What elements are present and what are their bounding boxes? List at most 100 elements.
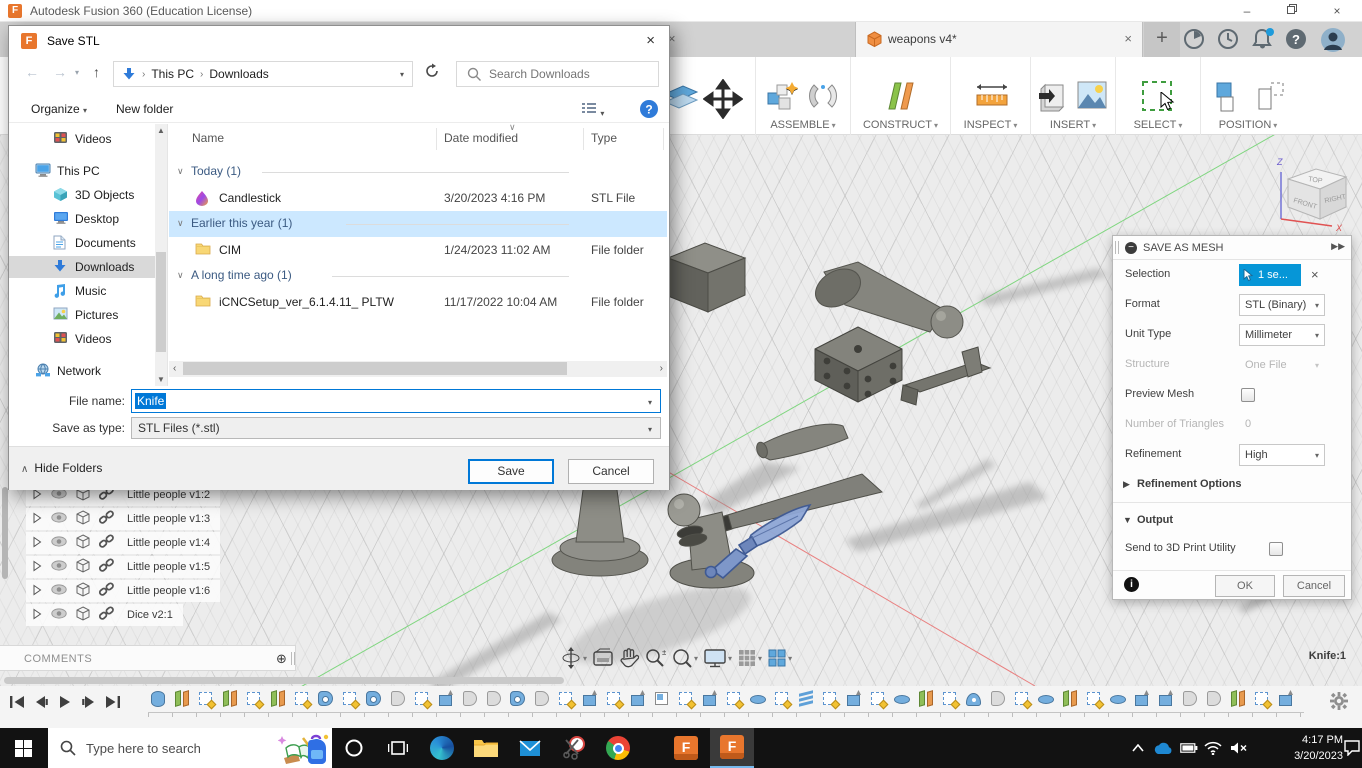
output-section-row[interactable]: ▼ Output [1113, 506, 1351, 536]
taskbar-search-box[interactable]: Type here to search [48, 728, 332, 768]
dialog-help-icon[interactable]: ? [639, 99, 659, 122]
look-at-tool-icon[interactable] [592, 648, 614, 668]
user-avatar[interactable] [1320, 27, 1346, 53]
panel-flyout-icon[interactable]: ▶▶ [1331, 241, 1345, 252]
dialog-sidebar-item-music[interactable]: Music [9, 280, 155, 302]
timeline-feature-extrude[interactable] [628, 689, 648, 709]
preview-mesh-checkbox[interactable] [1241, 388, 1255, 402]
capture-position-icon[interactable] [1213, 79, 1247, 118]
viewport-horizontal-scrollbar[interactable] [4, 677, 564, 684]
fusion360-taskbar-icon-active[interactable]: F [710, 728, 754, 768]
timeline-feature-plane[interactable] [1060, 689, 1080, 709]
chrome-browser-icon[interactable] [596, 728, 640, 768]
address-bar[interactable]: › This PC › Downloads ▾ [113, 61, 413, 87]
back-arrow-icon[interactable]: ← [25, 64, 39, 80]
timeline-feature-sketch[interactable] [820, 689, 840, 709]
volume-muted-icon[interactable] [1226, 728, 1252, 768]
mail-app-icon[interactable] [508, 728, 552, 768]
timeline-feature-plane[interactable] [1228, 689, 1248, 709]
save-button[interactable]: Save [468, 459, 554, 484]
comments-resize-handle[interactable] [291, 652, 295, 665]
up-arrow-icon[interactable]: ↑ [93, 64, 100, 80]
unit-type-select[interactable]: Millimeter▾ [1239, 324, 1325, 346]
timeline-feature-sketch[interactable] [1084, 689, 1104, 709]
expand-triangle-icon[interactable]: ▶ [1123, 479, 1130, 490]
tool-model[interactable] [901, 347, 990, 405]
taskbar-clock[interactable]: 4:17 PM 3/20/2023 [1283, 732, 1343, 764]
timeline-feature-disc[interactable] [1036, 689, 1056, 709]
timeline-settings-gear-icon[interactable] [1330, 692, 1348, 713]
zoom-window-icon[interactable]: ▾ [671, 647, 698, 669]
timeline-feature-revolve[interactable] [508, 689, 528, 709]
timeline-feature-gray[interactable] [988, 689, 1008, 709]
mesh-panel-header[interactable]: − SAVE AS MESH ▶▶ [1113, 236, 1351, 260]
timeline-feature-sketch[interactable] [604, 689, 624, 709]
visibility-eye-icon[interactable] [51, 512, 67, 526]
comments-bar[interactable]: COMMENTS ⊕ [0, 645, 296, 671]
expand-triangle-icon[interactable] [32, 584, 42, 599]
address-dropdown-chevron[interactable]: ▾ [400, 70, 404, 79]
file-group-header[interactable]: ∨Earlier this year (1) [169, 211, 667, 237]
panel-drag-handle[interactable] [1115, 241, 1119, 254]
column-date-modified[interactable]: Date modified [444, 131, 518, 145]
timeline-feature-sketch[interactable] [940, 689, 960, 709]
column-type[interactable]: Type [591, 131, 617, 145]
cortana-button[interactable] [332, 728, 376, 768]
timeline-feature-gray[interactable] [532, 689, 552, 709]
visibility-eye-icon[interactable] [51, 560, 67, 574]
onedrive-cloud-icon[interactable] [1150, 728, 1176, 768]
timeline-feature-plane[interactable] [916, 689, 936, 709]
restore-button[interactable] [1277, 3, 1307, 20]
timeline-feature-revolve[interactable] [316, 689, 336, 709]
column-name[interactable]: Name [192, 131, 224, 145]
timeline-feature-sketch[interactable] [196, 689, 216, 709]
fusion360-taskbar-icon-1[interactable]: F [664, 728, 708, 768]
timeline-feature-sketch[interactable] [676, 689, 696, 709]
timeline-feature-gray[interactable] [484, 689, 504, 709]
timeline-feature-dome[interactable] [964, 689, 984, 709]
file-row-icncsetup-ver-6-1-4-11-pltw[interactable]: iCNCSetup_ver_6.1.4.11_ PLTW11/17/2022 1… [169, 289, 667, 315]
timeline-feature-gray[interactable] [460, 689, 480, 709]
breadcrumb-this-pc[interactable]: This PC [151, 67, 194, 81]
visibility-eye-icon[interactable] [51, 488, 67, 502]
timeline-feature-extrude[interactable] [1276, 689, 1296, 709]
timeline-feature-extrude[interactable] [580, 689, 600, 709]
action-center-icon[interactable] [1342, 728, 1362, 768]
start-button[interactable] [0, 728, 48, 768]
tab-weapons-v4[interactable]: weapons v4* × [855, 22, 1143, 57]
timeline-feature-sketch[interactable] [772, 689, 792, 709]
timeline-feature-plane[interactable] [172, 689, 192, 709]
dialog-sidebar-item-desktop[interactable]: Desktop [9, 208, 155, 230]
viewports-icon[interactable]: ▾ [767, 648, 792, 668]
collapse-triangle-icon[interactable]: ▼ [1123, 515, 1132, 525]
minimize-button[interactable]: – [1232, 3, 1262, 20]
browser-row-little-people-v1-6[interactable]: Little people v1:6 [26, 580, 220, 602]
joint-icon[interactable] [806, 79, 840, 116]
format-select[interactable]: STL (Binary)▾ [1239, 294, 1325, 316]
timeline-feature-sketch[interactable] [868, 689, 888, 709]
timeline-feature-extrude[interactable] [1156, 689, 1176, 709]
wifi-icon[interactable] [1200, 728, 1226, 768]
timeline-feature-cylinder[interactable] [148, 689, 168, 709]
timeline-feature-boxsel[interactable] [652, 689, 672, 709]
refinement-select[interactable]: High▾ [1239, 444, 1325, 466]
dice-model[interactable] [815, 327, 902, 402]
timeline-step-back-button[interactable] [32, 694, 50, 710]
browser-row-dice-v2-1[interactable]: Dice v2:1 [26, 604, 183, 626]
browser-row-little-people-v1-5[interactable]: Little people v1:5 [26, 556, 220, 578]
timeline-go-to-end-button[interactable] [104, 694, 122, 710]
timeline-feature-extrude[interactable] [700, 689, 720, 709]
collapse-panel-icon[interactable]: − [1125, 242, 1137, 254]
refresh-icon[interactable] [424, 63, 440, 82]
new-tab-button[interactable]: + [1144, 22, 1180, 57]
timeline-feature-revolve[interactable] [364, 689, 384, 709]
toolbar-label-position[interactable]: POSITION [1219, 119, 1272, 131]
info-icon[interactable]: i [1124, 577, 1139, 592]
close-button[interactable]: × [1322, 3, 1352, 20]
browser-row-little-people-v1-3[interactable]: Little people v1:3 [26, 508, 220, 530]
battery-icon[interactable] [1176, 728, 1202, 768]
dialog-sidebar-item-pictures[interactable]: Pictures [9, 304, 155, 326]
bat-model[interactable] [755, 424, 848, 460]
view-mode-icon[interactable]: ▾ [581, 102, 604, 119]
timeline-feature-disc[interactable] [892, 689, 912, 709]
